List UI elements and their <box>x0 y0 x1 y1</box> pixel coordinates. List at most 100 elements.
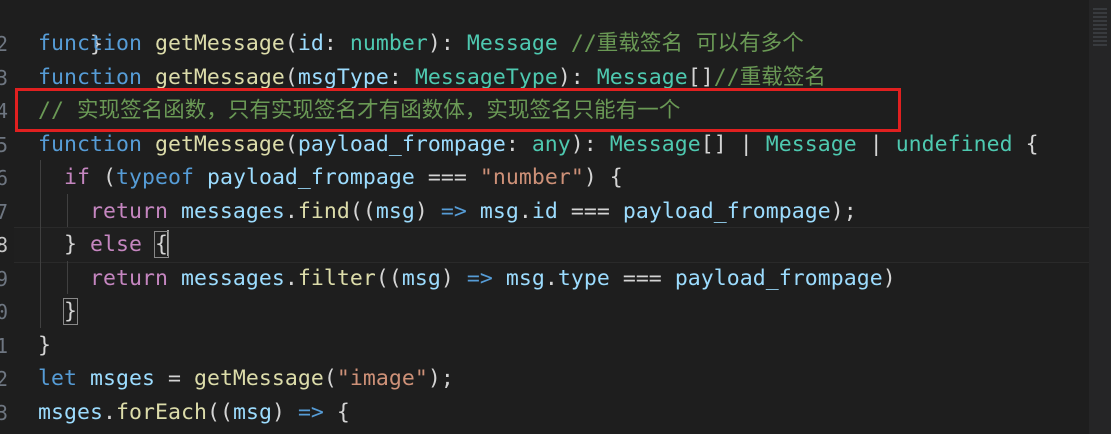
punctuation-token: ): <box>427 31 467 56</box>
comment-token: //重载签名 可以有多个 <box>557 31 804 56</box>
code-line[interactable]: } <box>38 295 78 329</box>
punctuation-token: (( <box>375 266 402 291</box>
punctuation-token: (( <box>349 199 376 224</box>
closing-brace: } <box>38 333 51 358</box>
param-token: payload_frompage <box>297 132 506 157</box>
code-line[interactable]: return messages.filter((msg) => msg.type… <box>38 262 896 296</box>
function-name-token: filter <box>297 266 376 291</box>
string-token: "image" <box>336 366 428 391</box>
line-number: 0 <box>0 300 8 324</box>
arrow-token: => <box>297 400 324 425</box>
code-line[interactable]: function getMessage(id: number): Message… <box>38 27 804 61</box>
code-line[interactable]: } <box>38 329 51 363</box>
text-cursor <box>166 230 169 256</box>
comment-token: //重载签名 <box>713 65 826 90</box>
punctuation-token: ( <box>284 65 298 90</box>
param-token: id <box>297 31 324 56</box>
type-token: number <box>349 31 428 56</box>
variable-token: msg <box>479 199 519 224</box>
punctuation-token: . <box>284 266 298 291</box>
code-line[interactable]: msges.forEach((msg) => { <box>38 396 350 430</box>
punctuation-token: ): <box>557 65 597 90</box>
keyword-token: return <box>89 199 168 224</box>
property-token: id <box>531 199 558 224</box>
property-token: type <box>557 266 610 291</box>
punctuation-token: | <box>856 132 896 157</box>
variable-token: payload_frompage <box>674 266 883 291</box>
code-line[interactable]: let msges = getMessage("image"); <box>38 362 454 396</box>
punctuation-token: { <box>1012 132 1039 157</box>
keyword-token: else <box>90 232 142 257</box>
line-number <box>0 0 8 29</box>
line-number: 3 <box>0 66 8 90</box>
type-token: any <box>531 132 571 157</box>
punctuation-token: . <box>518 199 532 224</box>
variable-token: messages <box>180 199 285 224</box>
minimap[interactable] <box>1089 0 1111 434</box>
operator-token: === <box>609 266 675 291</box>
punctuation-token: ) <box>440 266 467 291</box>
keyword-token: if <box>64 165 90 190</box>
variable-token: msg <box>505 266 545 291</box>
param-token: msg <box>375 199 415 224</box>
punctuation-token: [] <box>687 65 714 90</box>
type-token: MessageType <box>414 65 558 90</box>
punctuation-token: (( <box>206 400 233 425</box>
code-line[interactable]: } <box>38 0 103 57</box>
param-token: msg <box>232 400 272 425</box>
arrow-token: => <box>466 266 493 291</box>
punctuation-token: : <box>388 65 415 90</box>
keyword-token: return <box>89 266 168 291</box>
punctuation-token: ); <box>427 366 454 391</box>
operator-token: = <box>154 366 194 391</box>
variable-token: messages <box>180 266 285 291</box>
line-number: 2 <box>0 367 8 391</box>
line-number-gutter: 2 3 4 5 6 7 8 9 0 1 2 3 <box>0 0 14 434</box>
line-number: 1 <box>0 334 8 358</box>
param-token: msg <box>401 266 441 291</box>
function-name-token: getMessage <box>154 65 285 90</box>
line-number: 4 <box>0 99 8 123</box>
line-number: 6 <box>0 166 8 190</box>
code-line[interactable]: return messages.find((msg) => msg.id ===… <box>38 195 857 229</box>
punctuation-token: . <box>544 266 558 291</box>
string-token: "number" <box>479 165 584 190</box>
function-name-token: getMessage <box>154 31 285 56</box>
code-line[interactable]: if (typeof payload_frompage === "number"… <box>38 161 623 195</box>
line-number: 2 <box>0 32 8 56</box>
code-editor[interactable]: 2 3 4 5 6 7 8 9 0 1 2 3 } function getMe… <box>0 0 1111 434</box>
variable-token: msges <box>38 400 103 425</box>
arrow-token: => <box>440 199 467 224</box>
code-line-active[interactable]: } else { <box>38 228 169 262</box>
type-token: Message <box>609 132 701 157</box>
minimap-slider[interactable] <box>1093 8 1107 48</box>
line-number: 9 <box>0 267 8 291</box>
type-token: Message <box>596 65 688 90</box>
code-line[interactable]: function getMessage(payload_frompage: an… <box>38 128 1039 162</box>
punctuation-token: ( <box>323 366 337 391</box>
variable-token: payload_frompage <box>622 199 831 224</box>
function-name-token: getMessage <box>193 366 324 391</box>
punctuation-token: . <box>284 199 298 224</box>
punctuation-token: ( <box>284 31 298 56</box>
param-token: msgType <box>297 65 389 90</box>
variable-token: msges <box>89 366 155 391</box>
function-name-token: forEach <box>115 400 207 425</box>
punctuation-token: . <box>102 400 116 425</box>
active-line-highlight <box>14 227 1091 263</box>
operator-token: === <box>557 199 623 224</box>
type-token: Message <box>466 31 558 56</box>
function-name-token: find <box>297 199 350 224</box>
line-number: 3 <box>0 401 8 425</box>
keyword-token: function <box>38 65 142 90</box>
